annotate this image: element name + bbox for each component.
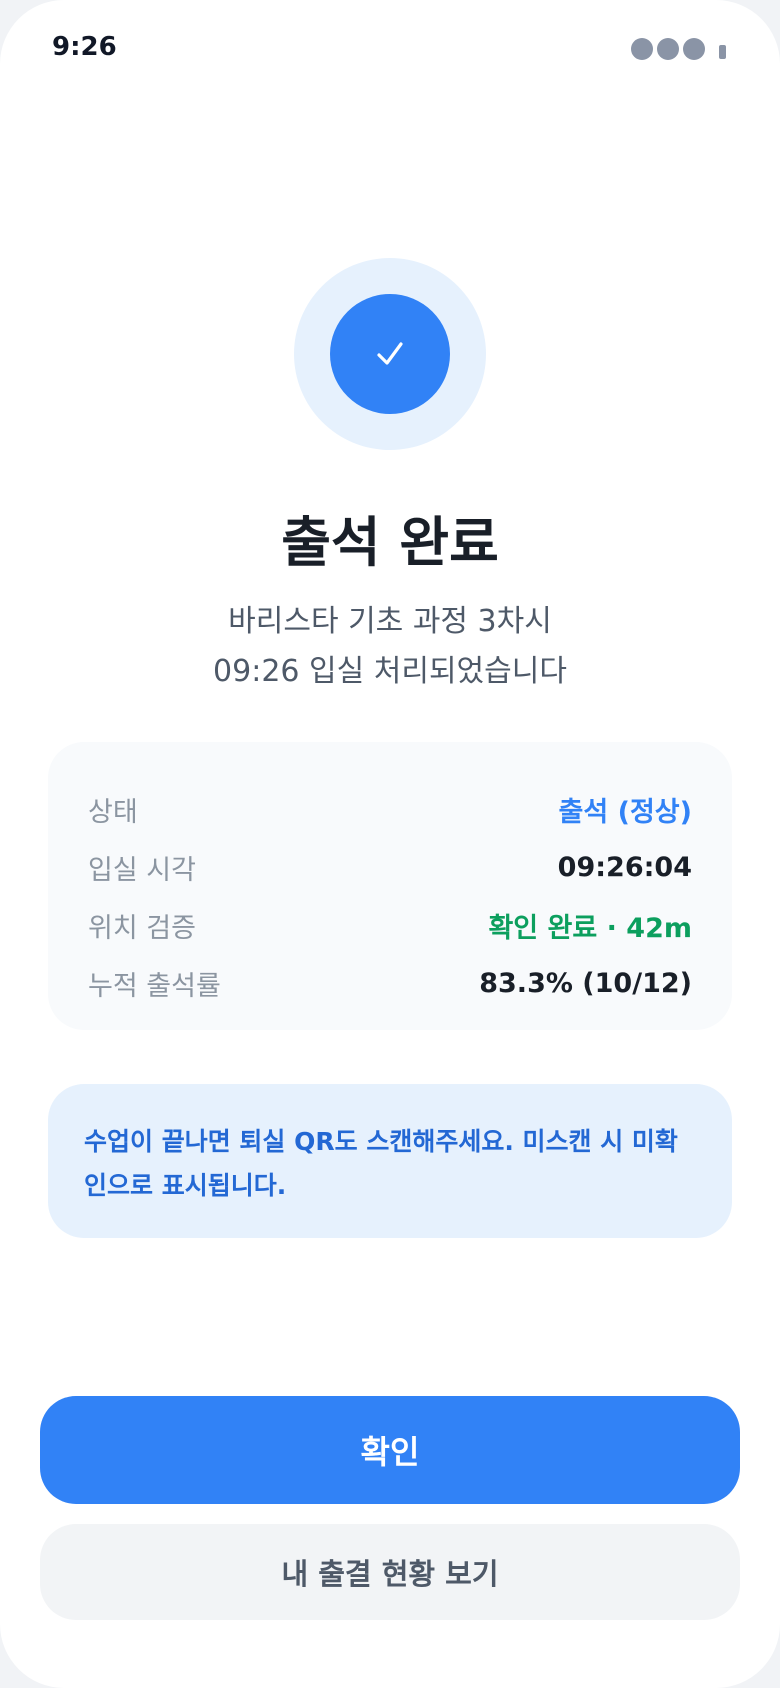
check-icon: [377, 342, 403, 365]
signal-dot-icon: [631, 38, 653, 60]
signal-dot-icon: [657, 38, 679, 60]
detail-row-status: 상태 출석 (정상): [88, 780, 692, 838]
detail-row-location: 위치 검증 확인 완료 · 42m: [88, 896, 692, 954]
signal-dot-icon: [683, 38, 705, 60]
status-icons: [631, 38, 726, 60]
notice-line: 수업이 끝나면 퇴실 QR도 스캔해주세요. 미스캔 시 미확: [84, 1127, 678, 1156]
phone-screen: 9:26 출석 완료 바리스타 기초 과정 3차시 09:26 입실 처리되었습…: [0, 0, 780, 1688]
detail-row-attendance-rate: 누적 출석률 83.3% (10/12): [88, 954, 692, 1012]
status-bar: 9:26: [0, 0, 780, 100]
checkin-time-value: 09:26:04: [557, 851, 692, 883]
attendance-detail-card: 상태 출석 (정상) 입실 시각 09:26:04 위치 검증 확인 완료 · …: [48, 742, 732, 1030]
success-badge: [294, 258, 486, 450]
detail-row-checkin-time: 입실 시각 09:26:04: [88, 838, 692, 896]
battery-icon: [719, 45, 726, 59]
confirm-button[interactable]: 확인: [40, 1396, 740, 1504]
detail-label: 위치 검증: [88, 912, 196, 944]
detail-label: 상태: [88, 796, 138, 828]
notice-line: 인으로 표시됩니다.: [84, 1171, 287, 1200]
detail-label: 누적 출석률: [88, 970, 221, 1002]
attendance-rate-value: 83.3% (10/12): [479, 967, 692, 999]
detail-label: 입실 시각: [88, 854, 196, 886]
view-attendance-button[interactable]: 내 출결 현황 보기: [40, 1524, 740, 1620]
location-value: 확인 완료 · 42m: [488, 912, 692, 944]
status-time: 9:26: [52, 32, 117, 62]
page-title: 출석 완료: [281, 511, 499, 574]
checkout-notice: 수업이 끝나면 퇴실 QR도 스캔해주세요. 미스캔 시 미확 인으로 표시됩니…: [48, 1084, 732, 1238]
checkin-message: 09:26 입실 처리되었습니다: [213, 654, 567, 689]
status-value: 출석 (정상): [558, 796, 692, 828]
course-subtitle: 바리스타 기초 과정 3차시: [228, 604, 552, 639]
check-circle: [330, 294, 450, 414]
